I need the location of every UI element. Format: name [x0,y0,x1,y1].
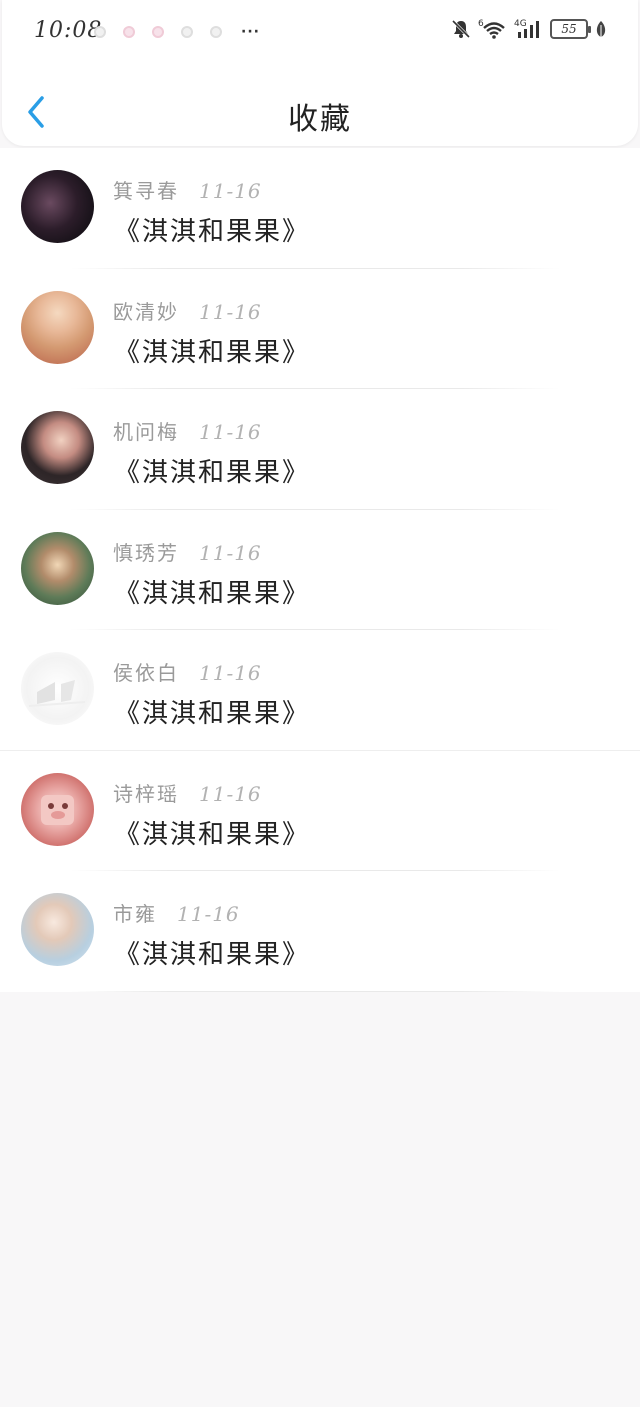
book-title: 《淇淇和果果》 [114,940,311,970]
book-title: 《淇淇和果果》 [114,699,311,729]
svg-text:6: 6 [478,19,484,29]
notification-dot-icon [123,26,135,38]
leaf-icon [594,19,608,39]
avatar [21,893,94,966]
status-icons: 6 4G 55 [450,18,608,40]
bell-muted-icon [450,18,472,40]
battery-icon: 55 [550,19,591,39]
user-name: 机问梅 [113,420,179,444]
avatar [21,170,94,243]
more-notifications-icon: ··· [241,24,260,40]
notification-dot-icon [152,26,164,38]
item-date: 11-16 [199,420,262,444]
nav-bar: 收藏 [2,64,638,146]
pig-toy-icon [41,794,74,825]
user-name: 慎琇芳 [113,540,179,565]
item-date: 11-16 [199,540,262,565]
top-bar: 10:08 ··· 6 4G 55 收藏 [2,0,638,146]
user-name: 市雍 [113,902,157,926]
item-meta: 箕寻春 11-16 [113,175,262,204]
item-meta: 市雍 11-16 [113,898,240,927]
book-title: 《淇淇和果果》 [114,578,311,609]
image-placeholder-icon [28,680,86,707]
list-item[interactable]: 机问梅 11-16 《淇淇和果果》 [0,389,640,510]
item-date: 11-16 [199,179,262,203]
favorites-screen: 10:08 ··· 6 4G 55 收藏 箕寻春 11-16 《淇淇和果果》 欧… [0,0,640,1407]
user-name: 诗梓瑶 [113,781,179,806]
book-title: 《淇淇和果果》 [114,819,311,850]
avatar [21,290,94,364]
item-meta: 机问梅 11-16 [113,416,262,445]
list-item[interactable]: 侯依白 11-16 《淇淇和果果》 [0,630,640,751]
item-date: 11-16 [199,661,262,685]
user-name: 箕寻春 [113,179,179,203]
avatar [21,411,94,484]
item-date: 11-16 [199,299,262,324]
list-item[interactable]: 箕寻春 11-16 《淇淇和果果》 [0,148,640,269]
user-name: 侯依白 [113,661,179,685]
list-item[interactable]: 慎琇芳 11-16 《淇淇和果果》 [0,510,640,630]
status-time: 10:08 [34,18,103,43]
item-meta: 诗梓瑶 11-16 [113,778,262,807]
item-date: 11-16 [199,781,262,806]
book-title: 《淇淇和果果》 [114,217,311,247]
list-item[interactable]: 欧清妙 11-16 《淇淇和果果》 [0,269,640,389]
notification-dot-icon [94,26,106,38]
wifi-6-icon: 6 [478,18,508,40]
notification-icons: ··· [94,24,260,40]
list-item[interactable]: 诗梓瑶 11-16 《淇淇和果果》 [0,751,640,871]
4g-signal-icon: 4G [514,18,544,40]
divider [70,990,560,992]
book-title: 《淇淇和果果》 [114,337,311,368]
avatar [21,531,94,605]
book-title: 《淇淇和果果》 [114,458,311,488]
page-title: 收藏 [288,102,352,137]
list-item[interactable]: 市雍 11-16 《淇淇和果果》 [0,871,640,992]
notification-dot-icon [181,26,193,38]
item-meta: 侯依白 11-16 [113,657,262,686]
item-meta: 欧清妙 11-16 [113,296,262,325]
avatar [21,652,94,725]
status-bar: 10:08 ··· 6 4G 55 [2,0,638,64]
svg-text:4G: 4G [514,19,527,29]
favorites-list: 箕寻春 11-16 《淇淇和果果》 欧清妙 11-16 《淇淇和果果》 机问梅 … [0,148,640,992]
notification-dot-icon [210,26,222,38]
user-name: 欧清妙 [113,299,179,324]
item-date: 11-16 [177,902,240,926]
avatar [21,772,94,846]
item-meta: 慎琇芳 11-16 [113,537,262,566]
